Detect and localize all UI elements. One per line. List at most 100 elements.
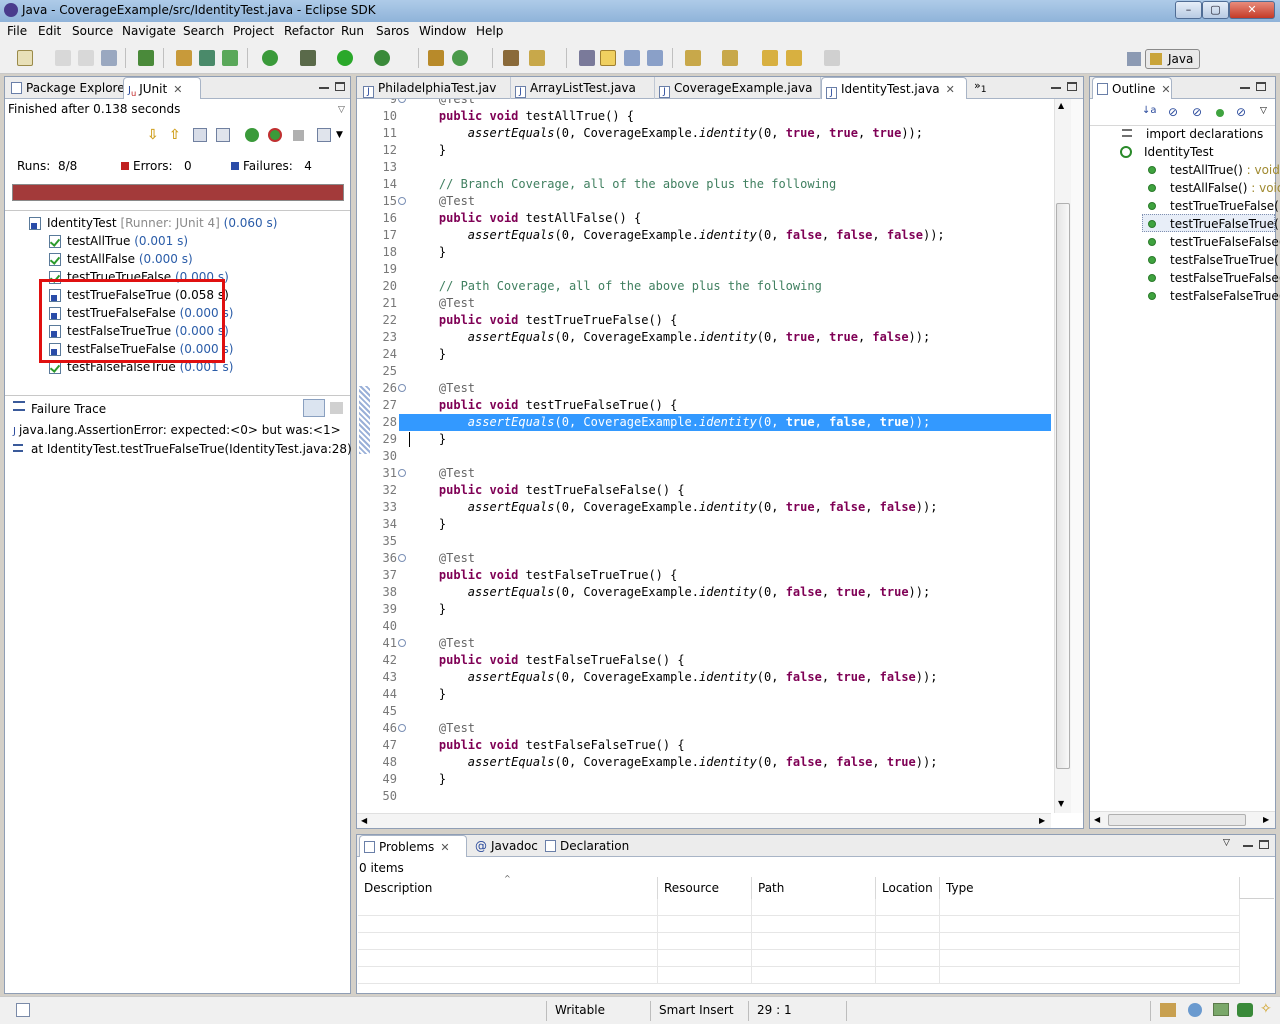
column-header-path[interactable]: Path: [752, 877, 876, 899]
tab-outline[interactable]: Outline ✕: [1092, 77, 1172, 99]
close-button[interactable]: ✕: [1229, 1, 1275, 19]
maximize-icon[interactable]: [335, 82, 345, 91]
save-icon[interactable]: [55, 50, 71, 66]
scroll-left-icon[interactable]: ◀: [1094, 815, 1100, 824]
scroll-left-icon[interactable]: ◀: [361, 816, 367, 825]
menu-window[interactable]: Window: [419, 24, 466, 38]
trace-line-1[interactable]: Jjava.lang.AssertionError: expected:<0> …: [13, 423, 341, 437]
previous-annotation-icon[interactable]: [722, 50, 738, 66]
fold-toggle-icon[interactable]: [398, 469, 406, 477]
menu-source[interactable]: Source: [72, 24, 113, 38]
rerun-failed-first-icon[interactable]: [268, 128, 282, 142]
history-dropdown-icon[interactable]: ▼: [336, 130, 343, 140]
menu-navigate[interactable]: Navigate: [122, 24, 176, 38]
code-editor[interactable]: 9 @Test 10 public void testAllTrue() {11 …: [367, 99, 1051, 813]
outline-import-declarations[interactable]: import declarations: [1122, 125, 1263, 143]
editor-tab-arraylisttest[interactable]: J ArrayListTest.java: [511, 77, 655, 99]
fast-view-icon[interactable]: [16, 1003, 30, 1017]
open-perspective-icon[interactable]: [1127, 52, 1141, 66]
stop-icon[interactable]: [293, 130, 304, 141]
minimize-button[interactable]: –: [1175, 1, 1202, 19]
scroll-thumb[interactable]: [1108, 814, 1246, 826]
outline-method-testTrueFalseFalse[interactable]: testTrueFalseFalse(): [1148, 233, 1280, 251]
image-icon[interactable]: [1213, 1003, 1229, 1016]
fold-toggle-icon[interactable]: [398, 554, 406, 562]
show-failures-only-icon[interactable]: [193, 128, 207, 142]
open-type-icon[interactable]: [428, 50, 444, 66]
forward-icon[interactable]: [824, 50, 840, 66]
tab-javadoc[interactable]: @ Javadoc: [471, 835, 541, 857]
new-package-icon[interactable]: [199, 50, 215, 66]
scroll-lock-icon[interactable]: [216, 128, 230, 142]
trace-line-2[interactable]: at IdentityTest.testTrueFalseTrue(Identi…: [13, 442, 352, 456]
menu-search[interactable]: Search: [183, 24, 224, 38]
minimize-icon[interactable]: [1051, 87, 1061, 89]
menu-project[interactable]: Project: [233, 24, 274, 38]
outline-method-testTrueTrueFalse[interactable]: testTrueTrueFalse(): [1148, 197, 1280, 215]
last-edit-icon[interactable]: [762, 50, 778, 66]
open-folder-icon[interactable]: [503, 50, 519, 66]
column-header-location[interactable]: Location: [876, 877, 940, 899]
pen-icon[interactable]: [529, 50, 545, 66]
outline-class-identitytest[interactable]: IdentityTest: [1120, 143, 1214, 161]
tree-root-identitytest[interactable]: IdentityTest [Runner: JUnit 4] (0.060 s): [29, 214, 277, 232]
install-icon[interactable]: [138, 50, 154, 66]
back-icon[interactable]: [786, 50, 802, 66]
menu-refactor[interactable]: Refactor: [284, 24, 334, 38]
maximize-icon[interactable]: [1067, 82, 1077, 91]
print-icon[interactable]: [101, 50, 117, 66]
menu-file[interactable]: File: [7, 24, 27, 38]
debug-icon[interactable]: [300, 50, 316, 66]
minimize-icon[interactable]: [1243, 845, 1253, 847]
menu-run[interactable]: Run: [341, 24, 364, 38]
sort-icon[interactable]: ↓a: [1142, 105, 1157, 119]
tab-junit[interactable]: Ju JUnit ✕: [123, 77, 201, 99]
menu-help[interactable]: Help: [476, 24, 503, 38]
minimize-icon[interactable]: [1240, 87, 1250, 89]
close-icon[interactable]: ✕: [946, 83, 955, 96]
hide-fields-icon[interactable]: ⊘: [1168, 105, 1182, 119]
fold-toggle-icon[interactable]: [398, 639, 406, 647]
test-item-testAllFalse[interactable]: testAllFalse (0.000 s): [49, 250, 277, 268]
history-icon[interactable]: [317, 128, 331, 142]
scroll-down-icon[interactable]: ▼: [1058, 799, 1064, 808]
test-item-testAllTrue[interactable]: testAllTrue (0.001 s): [49, 232, 277, 250]
maximize-button[interactable]: ▢: [1202, 1, 1229, 19]
hide-local-types-icon[interactable]: ⊘: [1236, 105, 1250, 119]
next-failure-icon[interactable]: ⇩: [147, 127, 161, 143]
editor-tab-identitytest[interactable]: J IdentityTest.java ✕: [821, 77, 967, 99]
editor-tab-philadelphiatest[interactable]: J PhiladelphiaTest.jav: [359, 77, 511, 99]
run-icon[interactable]: [337, 50, 353, 66]
tab-overflow-indicator[interactable]: »1: [974, 79, 987, 95]
save-all-icon[interactable]: [78, 50, 94, 66]
fold-toggle-icon[interactable]: [398, 99, 406, 103]
compare-result-icon[interactable]: [330, 402, 343, 414]
tab-package-explorer[interactable]: Package Explorer: [7, 77, 130, 99]
annotation-icon[interactable]: [579, 50, 595, 66]
menu-saros[interactable]: Saros: [376, 24, 409, 38]
maximize-icon[interactable]: [1259, 840, 1269, 849]
outline-horizontal-scrollbar[interactable]: ◀ ▶: [1090, 811, 1275, 828]
view-menu-icon[interactable]: ▽: [1260, 106, 1267, 116]
run-last-icon[interactable]: [262, 50, 278, 66]
editor-horizontal-scrollbar[interactable]: ◀ ▶: [357, 813, 1051, 828]
sync-icon[interactable]: [1160, 1003, 1176, 1017]
fold-toggle-icon[interactable]: [398, 197, 406, 205]
previous-failure-icon[interactable]: ⇧: [169, 127, 183, 143]
menu-edit[interactable]: Edit: [38, 24, 61, 38]
new-class-icon[interactable]: [222, 50, 238, 66]
fold-toggle-icon[interactable]: [398, 724, 406, 732]
outline-method-testFalseTrueFalse[interactable]: testFalseTrueFalse(): [1148, 269, 1280, 287]
people-icon[interactable]: [1237, 1003, 1253, 1017]
network-icon[interactable]: [1188, 1003, 1202, 1017]
outline-method-testFalseFalseTrue[interactable]: testFalseFalseTrue(): [1148, 287, 1280, 305]
refresh-icon[interactable]: [452, 50, 468, 66]
hide-nonpublic-icon[interactable]: [1216, 109, 1224, 117]
filter-stack-icon[interactable]: [303, 399, 325, 417]
hide-static-icon[interactable]: ⊘: [1192, 105, 1206, 119]
column-header-resource[interactable]: Resource: [658, 877, 752, 899]
outline-method-testTrueFalseTrue[interactable]: testTrueFalseTrue(): [1148, 215, 1280, 233]
close-icon[interactable]: ✕: [173, 83, 182, 96]
next-annotation-icon[interactable]: [685, 50, 701, 66]
rerun-icon[interactable]: [245, 128, 259, 142]
